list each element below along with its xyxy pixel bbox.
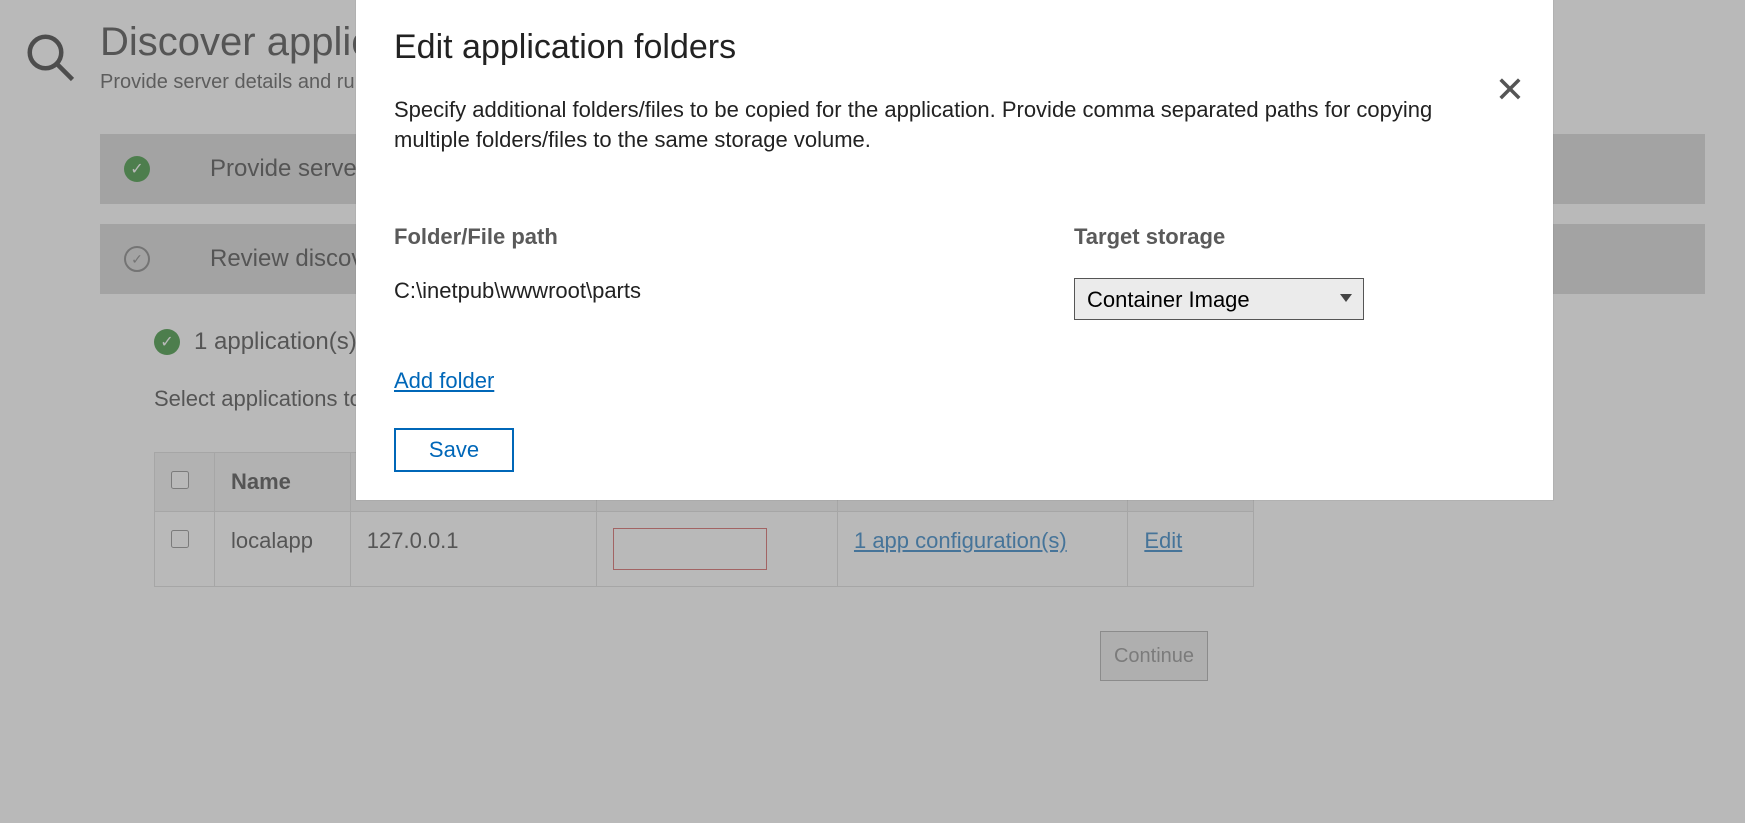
add-folder-link[interactable]: Add folder	[394, 368, 494, 394]
save-button[interactable]: Save	[394, 428, 514, 472]
edit-application-folders-modal: Edit application folders ✕ Specify addit…	[356, 0, 1553, 500]
target-storage-header: Target storage	[1074, 224, 1515, 250]
folder-path-value: C:\inetpub\wwwroot\parts	[394, 278, 1074, 304]
target-storage-select-wrap: Container Image	[1074, 278, 1364, 320]
close-icon[interactable]: ✕	[1495, 72, 1525, 108]
modal-title: Edit application folders	[394, 28, 1515, 67]
target-storage-select[interactable]: Container Image	[1074, 278, 1364, 320]
modal-description: Specify additional folders/files to be c…	[394, 95, 1454, 154]
folder-path-header: Folder/File path	[394, 224, 1074, 250]
